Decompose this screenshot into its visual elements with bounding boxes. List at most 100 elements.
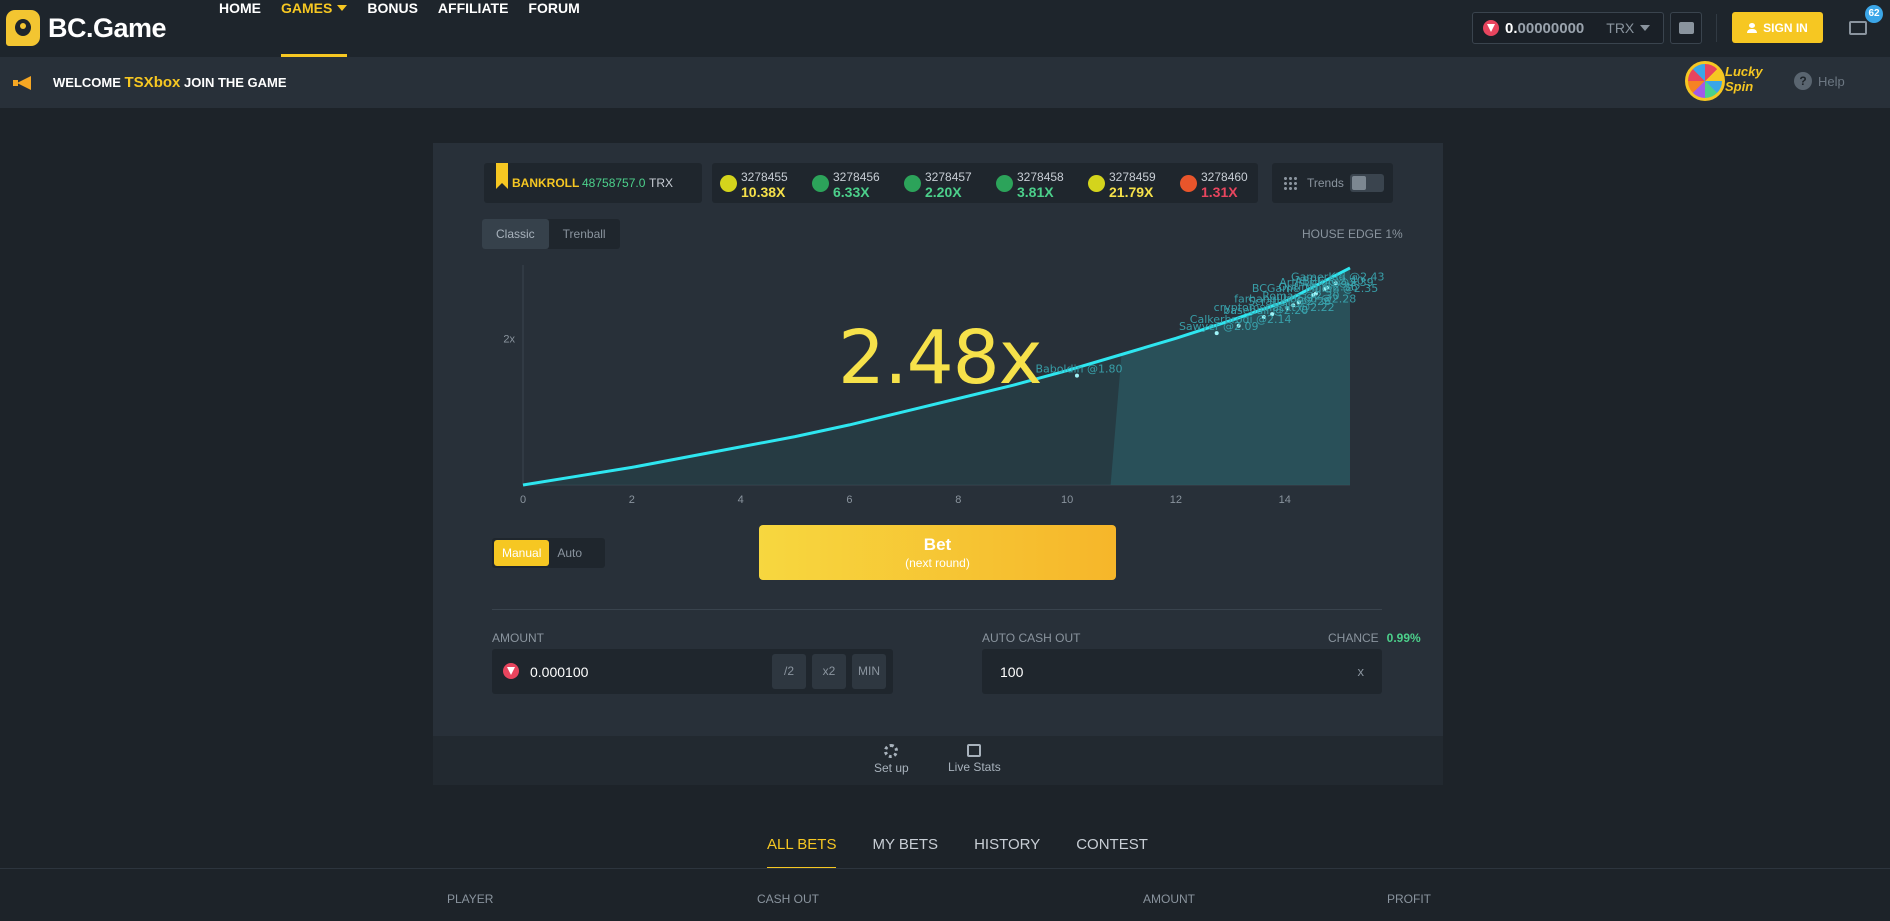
live-stats-label: Live Stats bbox=[948, 760, 1001, 774]
nav-affiliate[interactable]: AFFILIATE bbox=[438, 0, 509, 57]
bankroll-value: 48758757.0 bbox=[582, 176, 646, 190]
header-divider bbox=[1716, 14, 1717, 42]
chat-button[interactable]: 62 bbox=[1845, 5, 1883, 42]
chevron-down-icon bbox=[1640, 25, 1651, 31]
result-dot-icon bbox=[904, 175, 921, 192]
result-dot-icon bbox=[1088, 175, 1105, 192]
house-edge-label: HOUSE EDGE 1% bbox=[1302, 227, 1403, 241]
lucky-spin-line1: Lucky bbox=[1725, 64, 1763, 79]
wallet-icon bbox=[1679, 22, 1694, 34]
auto-cashout-label: AUTO CASH OUT bbox=[982, 631, 1081, 645]
x-tick-label: 14 bbox=[1279, 494, 1291, 505]
brand-name: BC.Game bbox=[48, 12, 167, 43]
bookmark-icon bbox=[496, 163, 508, 189]
history-round-id: 3278457 bbox=[925, 170, 972, 184]
chevron-down-icon bbox=[337, 5, 348, 11]
gear-icon bbox=[884, 744, 899, 758]
trends-toggle[interactable] bbox=[1350, 174, 1384, 192]
auto-mode-button[interactable]: Auto bbox=[549, 540, 590, 566]
trx-coin-icon bbox=[503, 663, 519, 679]
wallet-currency-label: TRX bbox=[1606, 20, 1635, 36]
wallet-balance: 0.00000000 bbox=[1505, 20, 1584, 37]
amount-input[interactable]: 0.000100 bbox=[530, 664, 588, 680]
lucky-spin-label: Lucky Spin bbox=[1725, 64, 1763, 94]
brand-logo[interactable]: BC.Game bbox=[6, 10, 167, 46]
history-multiplier: 6.33X bbox=[833, 184, 870, 200]
y-tick-label: 2x bbox=[503, 333, 515, 345]
setup-button[interactable]: Set up bbox=[874, 744, 909, 775]
auto-cashout-field[interactable]: 100 x bbox=[982, 649, 1382, 694]
x-tick-label: 10 bbox=[1061, 494, 1073, 505]
welcome-suffix: JOIN THE GAME bbox=[183, 75, 287, 90]
history-round-id: 3278460 bbox=[1201, 170, 1248, 184]
welcome-message: WELCOME TSXbox JOIN THE GAME bbox=[53, 74, 287, 91]
bet-mode-switch: Manual Auto bbox=[492, 538, 605, 568]
history-round-id: 3278456 bbox=[833, 170, 880, 184]
wallet-balance-dec: 00000000 bbox=[1517, 19, 1585, 37]
bankroll-box: BANKROLL 48758757.0 TRX bbox=[484, 163, 702, 203]
wallet-balance-int: 0. bbox=[1505, 19, 1518, 37]
trends-label: Trends bbox=[1307, 176, 1344, 190]
wallet-selector[interactable]: 0.00000000 TRX bbox=[1472, 12, 1664, 44]
cashout-label: Sawyer @2.09 bbox=[1179, 320, 1259, 333]
cashout-label: Baboldin @1.80 bbox=[1035, 363, 1122, 376]
welcome-username: TSXbox bbox=[124, 74, 181, 91]
bankroll-label: BANKROLL bbox=[512, 176, 580, 190]
nav-bonus[interactable]: BONUS bbox=[367, 0, 418, 57]
help-button[interactable]: ? Help bbox=[1794, 72, 1845, 90]
wallet-button[interactable] bbox=[1670, 12, 1702, 44]
nav-home[interactable]: HOME bbox=[219, 0, 261, 57]
bet-divider bbox=[492, 609, 1382, 610]
chat-badge: 62 bbox=[1865, 5, 1883, 23]
tab-contest[interactable]: CONTEST bbox=[1076, 836, 1148, 869]
x-tick-label: 0 bbox=[520, 494, 526, 505]
grid-dots-icon bbox=[1283, 176, 1297, 190]
auto-cashout-suffix: x bbox=[1357, 664, 1365, 679]
history-multiplier: 1.31X bbox=[1201, 184, 1238, 200]
wallet-currency: TRX bbox=[1606, 20, 1651, 36]
nav-games[interactable]: GAMES bbox=[281, 0, 348, 57]
nav-forum[interactable]: FORUM bbox=[528, 0, 579, 57]
live-stats-button[interactable]: Live Stats bbox=[948, 744, 1001, 774]
sign-in-button[interactable]: SIGN IN bbox=[1732, 12, 1823, 43]
bc-logo-icon bbox=[6, 10, 40, 46]
x-tick-label: 8 bbox=[955, 494, 961, 505]
result-dot-icon bbox=[720, 175, 737, 192]
amount-label: AMOUNT bbox=[492, 631, 544, 645]
round-history: 3278455 10.38X 3278456 6.33X 3278457 2.2… bbox=[712, 163, 1258, 203]
manual-mode-button[interactable]: Manual bbox=[494, 540, 550, 566]
result-dot-icon bbox=[1180, 175, 1197, 192]
result-dot-icon bbox=[812, 175, 829, 192]
tab-all-bets[interactable]: ALL BETS bbox=[767, 836, 837, 869]
amount-field[interactable]: 0.000100 /2 x2 MIN bbox=[492, 649, 893, 694]
bankroll-currency: TRX bbox=[649, 176, 673, 190]
history-round-id: 3278455 bbox=[741, 170, 788, 184]
column-header-cashout: CASH OUT bbox=[757, 892, 820, 906]
auto-cashout-input[interactable]: 100 bbox=[1000, 664, 1023, 680]
tab-my-bets[interactable]: MY BETS bbox=[872, 836, 938, 869]
x-tick-label: 4 bbox=[738, 494, 744, 505]
column-header-amount: AMOUNT bbox=[1143, 892, 1195, 906]
help-label: Help bbox=[1818, 73, 1845, 89]
history-multiplier: 3.81X bbox=[1017, 184, 1054, 200]
bets-tabs: ALL BETS MY BETS HISTORY CONTEST bbox=[767, 836, 1184, 869]
megaphone-icon bbox=[13, 76, 33, 90]
lucky-spin-line2: Spin bbox=[1725, 79, 1754, 94]
min-amount-button[interactable]: MIN bbox=[852, 654, 886, 689]
chance-display: CHANCE 0.99% bbox=[1328, 631, 1421, 645]
double-amount-button[interactable]: x2 bbox=[812, 654, 846, 689]
bet-button[interactable]: Bet (next round) bbox=[759, 525, 1116, 580]
top-navbar: BC.Game HOME GAMES BONUS AFFILIATE FORUM… bbox=[0, 0, 1890, 57]
half-amount-button[interactable]: /2 bbox=[772, 654, 806, 689]
tab-history[interactable]: HISTORY bbox=[974, 836, 1040, 869]
x-tick-label: 6 bbox=[846, 494, 852, 505]
bet-button-sublabel: (next round) bbox=[905, 556, 970, 570]
question-icon: ? bbox=[1794, 72, 1812, 90]
history-round-id: 3278459 bbox=[1109, 170, 1156, 184]
sign-in-label: SIGN IN bbox=[1763, 20, 1808, 35]
lucky-spin-button[interactable]: Lucky Spin bbox=[1683, 58, 1775, 104]
tab-trenball[interactable]: Trenball bbox=[549, 219, 620, 249]
tabs-divider bbox=[0, 868, 1890, 869]
tab-classic[interactable]: Classic bbox=[482, 219, 549, 249]
x-tick-label: 2 bbox=[629, 494, 635, 505]
